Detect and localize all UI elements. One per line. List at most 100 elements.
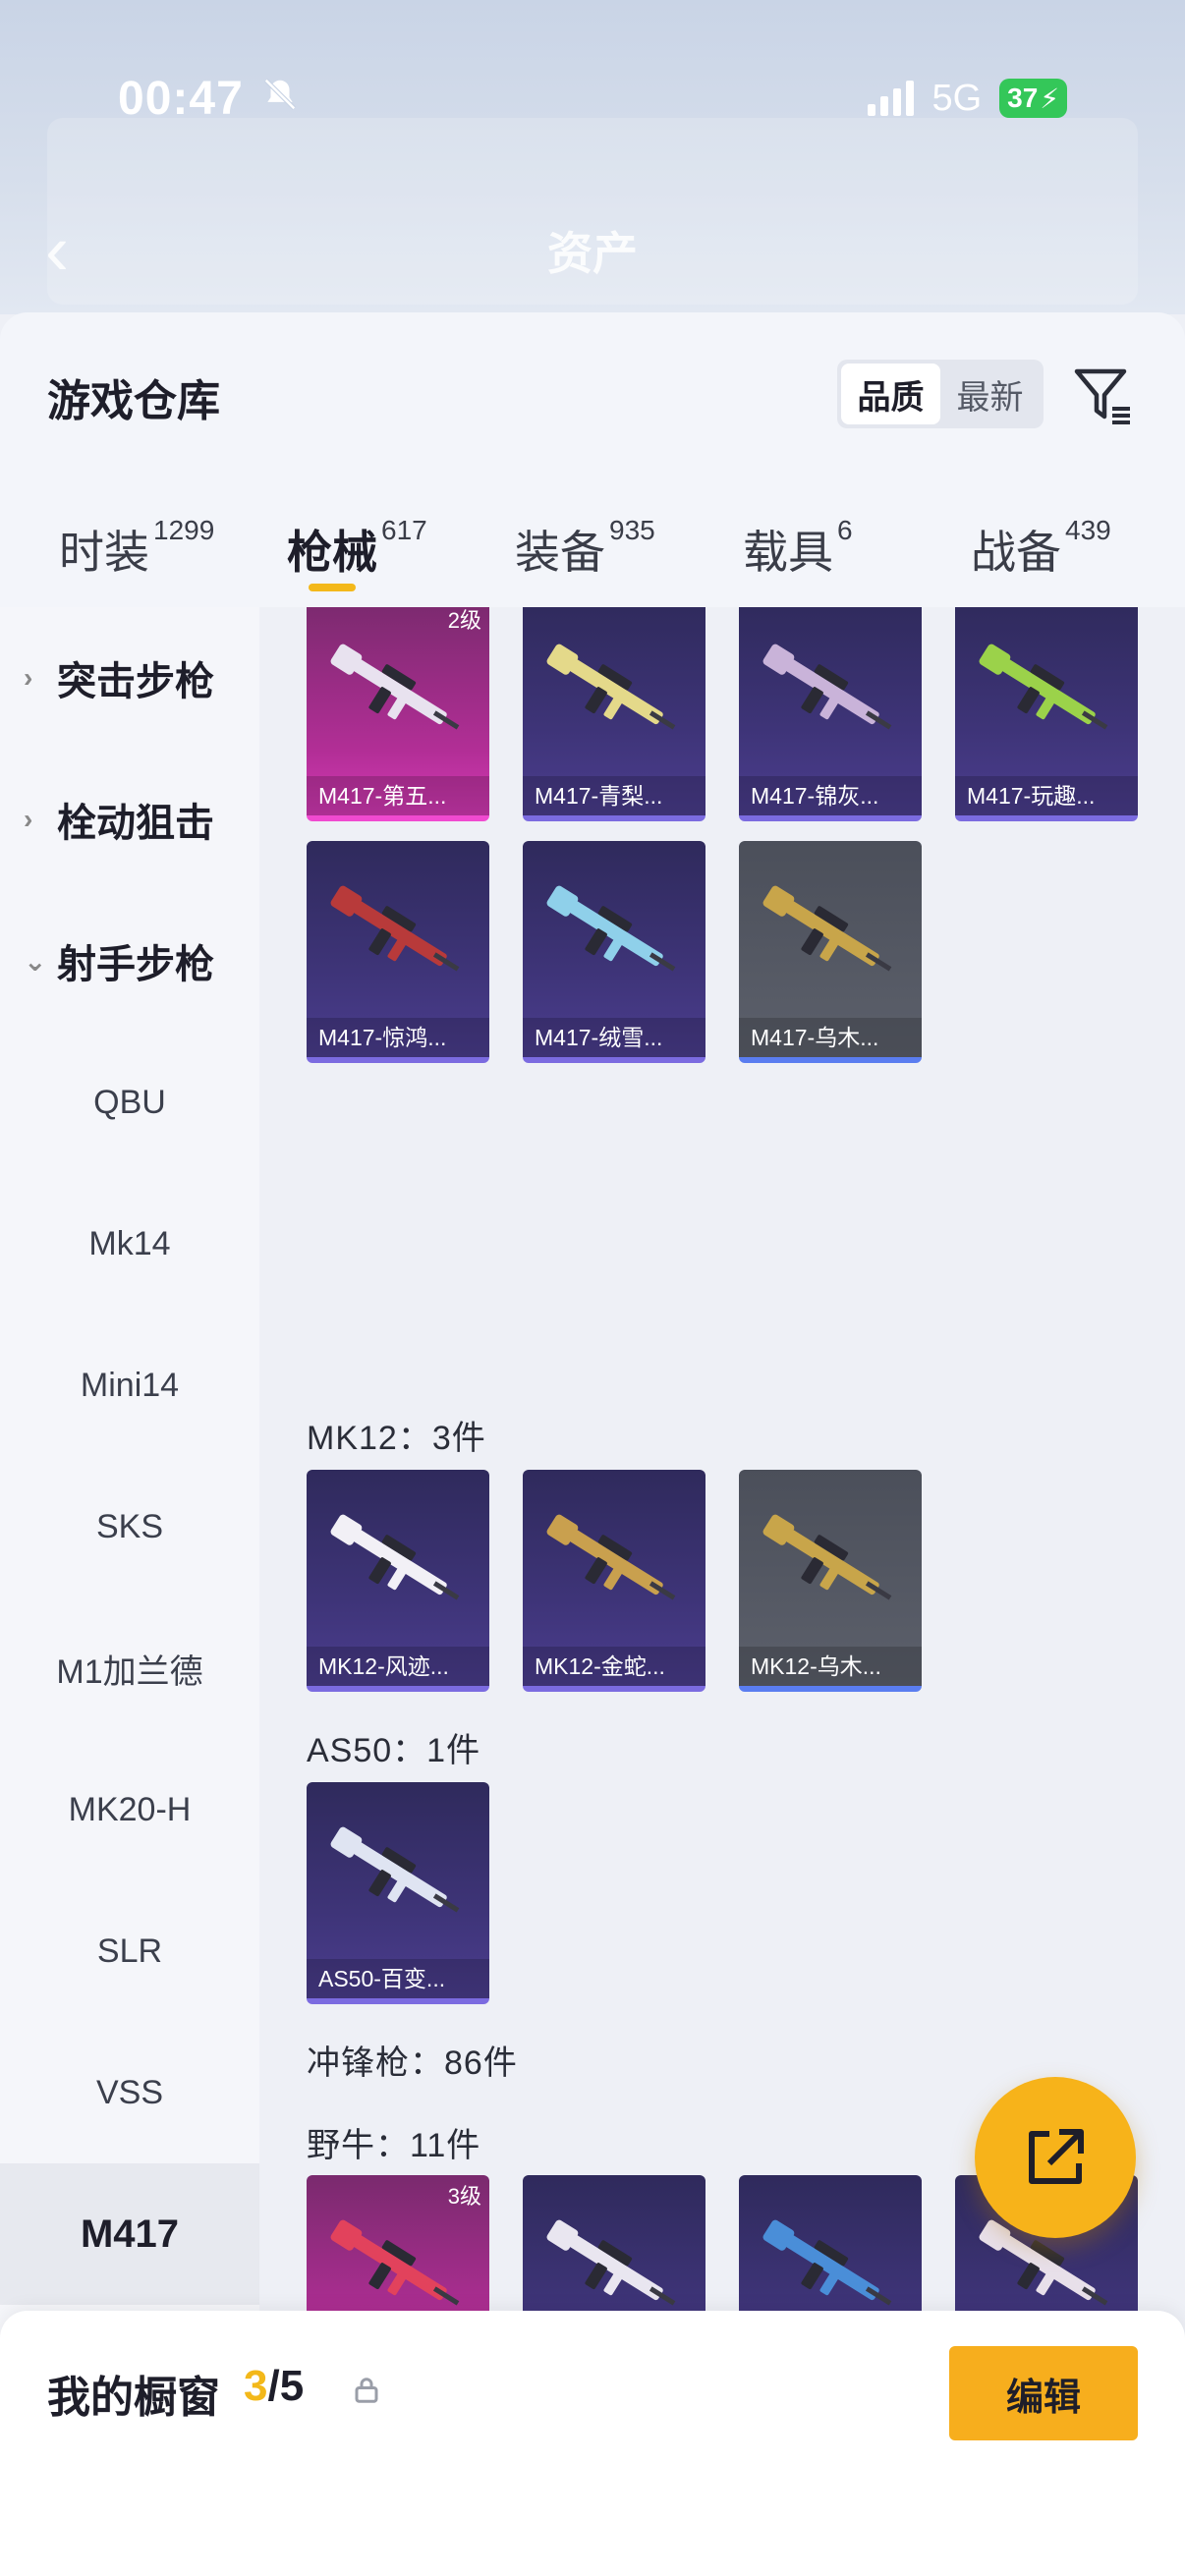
weapon-type-sidebar: › 突击步枪 › 栓动狙击 ⌄ 射手步枪 QBU Mk14 Mini14 SKS M1…	[0, 607, 259, 2336]
weapon-card[interactable]: AS50-百变...	[307, 1782, 489, 2004]
weapon-skin-icon	[546, 885, 676, 972]
tab-equipment[interactable]: 装备 935	[515, 509, 655, 607]
weapon-skin-icon	[762, 644, 892, 730]
tab-fashion[interactable]: 时装 1299	[59, 509, 214, 607]
sidebar-item-mini14[interactable]: Mini14	[0, 1315, 259, 1456]
section-as50: AS50：1件	[307, 1732, 481, 1769]
weapon-card[interactable]: M417-锦灰...	[739, 607, 922, 821]
weapon-skin-icon	[330, 1514, 460, 1600]
tab-label: 枪械	[287, 527, 377, 578]
section-mk12: MK12：3件	[307, 1420, 486, 1457]
weapon-skin-icon	[330, 885, 460, 972]
weapon-card[interactable]: M417-玩趣...	[955, 607, 1138, 821]
tab-count: 6	[837, 515, 853, 545]
sidebar-item-slr[interactable]: SLR	[0, 1880, 259, 2022]
weapon-name: M417-锦灰...	[739, 776, 922, 815]
share-button[interactable]	[975, 2077, 1136, 2238]
tab-active-indicator	[309, 584, 356, 591]
weapon-card[interactable]: MK12-乌木...	[739, 1470, 922, 1692]
filter-icon[interactable]	[1071, 364, 1134, 426]
weapon-card[interactable]: 野牛-满月旋律	[523, 2175, 705, 2313]
weapon-name: M417-玩趣...	[955, 776, 1138, 815]
weapon-name: AS50-百变...	[307, 1959, 489, 1998]
sidebar-group-bolt-sniper[interactable]: › 栓动狙击	[0, 749, 259, 890]
showcase-count: 3/5	[244, 2362, 304, 2411]
sidebar-item-mk20h[interactable]: MK20-H	[0, 1739, 259, 1880]
weapon-card[interactable]: M417-青梨...	[523, 607, 705, 821]
sidebar-group-label: 射手步枪	[57, 943, 214, 986]
tab-guns[interactable]: 枪械 617	[287, 509, 427, 607]
sidebar-item-m417[interactable]: M417	[0, 2163, 259, 2305]
signal-icon	[868, 81, 915, 116]
tab-count: 439	[1065, 515, 1111, 545]
chevron-down-icon: ⌄	[24, 945, 47, 977]
weapon-card[interactable]: 3级野牛-绯月迷踪	[307, 2175, 489, 2313]
weapon-skin-icon	[546, 644, 676, 730]
weapon-skin-icon	[546, 2219, 676, 2306]
tab-label: 战备	[971, 527, 1061, 578]
sidebar-item-qbu[interactable]: QBU	[0, 1032, 259, 1173]
showcase-label: 我的橱窗	[47, 2374, 220, 2422]
weapon-card[interactable]: 2级 M417-第五...	[307, 607, 489, 821]
chevron-right-icon: ›	[24, 662, 33, 693]
sort-toggle: 品质 最新	[837, 360, 1044, 428]
weapon-name: MK12-金蛇...	[523, 1647, 705, 1686]
sidebar-group-label: 突击步枪	[57, 660, 214, 703]
warehouse-sheet: 游戏仓库 品质 最新 时装 1299 枪械 617 装备 935 载具 6 战备…	[0, 312, 1185, 2576]
share-external-icon	[1029, 2129, 1084, 2184]
weapon-skin-icon	[546, 1514, 676, 1600]
sidebar-item-m1-garand[interactable]: M1加兰德	[0, 1597, 259, 1739]
sort-quality-button[interactable]: 品质	[841, 364, 940, 424]
status-bar: 00:47 5G 37 ⚡	[0, 59, 1185, 138]
sidebar-item-vss[interactable]: VSS	[0, 2022, 259, 2163]
tab-count: 617	[381, 515, 427, 545]
weapon-card[interactable]: M417-绒雪...	[523, 841, 705, 1063]
showcase-total: /5	[267, 2362, 305, 2410]
section-smg: 冲锋枪：86件	[307, 2044, 518, 2082]
grade-badge: 3级	[447, 2184, 481, 2209]
status-time: 00:47	[118, 72, 244, 125]
sidebar-item-sks[interactable]: SKS	[0, 1456, 259, 1597]
back-arrow-icon[interactable]: ‹	[45, 215, 69, 286]
sidebar-group-label: 栓动狙击	[57, 802, 214, 845]
category-tabs: 时装 1299 枪械 617 装备 935 载具 6 战备 439	[0, 509, 1185, 607]
weapon-name: M417-青梨...	[523, 776, 705, 815]
weapon-card[interactable]: 野牛-魔童闹...	[739, 2175, 922, 2313]
tab-vehicles[interactable]: 载具 6	[743, 509, 853, 607]
showcase-bar: 我的橱窗 3/5 编辑	[0, 2311, 1185, 2576]
sort-newest-button[interactable]: 最新	[940, 364, 1040, 424]
weapon-name: MK12-风迹...	[307, 1647, 489, 1686]
weapon-skin-icon	[330, 644, 460, 730]
weapon-card[interactable]: M417-乌木...	[739, 841, 922, 1063]
weapon-skin-icon	[762, 885, 892, 972]
tab-label: 载具	[743, 527, 833, 578]
weapon-skin-icon	[979, 644, 1108, 730]
tab-label: 时装	[59, 527, 149, 578]
battery-level: 37	[1007, 83, 1039, 113]
weapon-card[interactable]: MK12-风迹...	[307, 1470, 489, 1692]
tab-count: 1299	[153, 515, 215, 545]
section-bizon: 野牛：11件	[307, 2127, 481, 2164]
tab-combat-gear[interactable]: 战备 439	[971, 509, 1111, 607]
battery-icon: 37 ⚡	[999, 79, 1067, 118]
lock-icon	[355, 2378, 378, 2403]
sidebar-group-marksman-rifle[interactable]: ⌄ 射手步枪	[0, 890, 259, 1032]
showcase-current: 3	[244, 2362, 268, 2410]
edit-button[interactable]: 编辑	[949, 2346, 1138, 2440]
weapon-name: M417-绒雪...	[523, 1018, 705, 1057]
weapon-card[interactable]: MK12-金蛇...	[523, 1470, 705, 1692]
page-title: 资产	[547, 228, 638, 279]
network-label: 5G	[931, 77, 983, 119]
tab-count: 935	[609, 515, 655, 545]
sheet-title: 游戏仓库	[47, 377, 220, 425]
weapon-name: M417-乌木...	[739, 1018, 922, 1057]
weapon-name: MK12-乌木...	[739, 1647, 922, 1686]
tab-label: 装备	[515, 527, 605, 578]
sidebar-item-mk14[interactable]: Mk14	[0, 1173, 259, 1315]
weapon-card[interactable]: M417-惊鸿...	[307, 841, 489, 1063]
weapon-skin-icon	[330, 1826, 460, 1913]
weapon-skin-icon	[762, 2219, 892, 2306]
weapon-grid: 2级 M417-第五... M417-青梨... M417-锦灰... M417-玩趣.…	[259, 607, 1185, 2313]
sidebar-group-assault-rifle[interactable]: › 突击步枪	[0, 607, 259, 749]
weapon-skin-icon	[762, 1514, 892, 1600]
